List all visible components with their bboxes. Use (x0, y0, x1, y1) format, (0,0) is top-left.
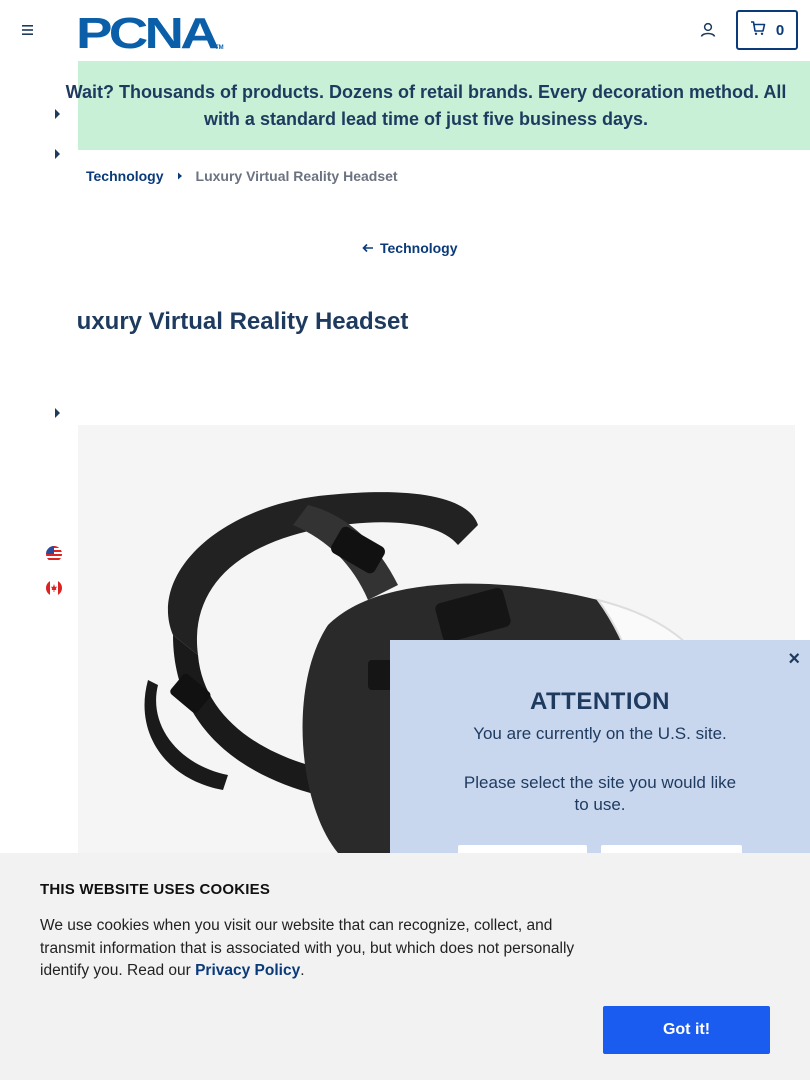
modal-current-site-text: You are currently on the U.S. site. (473, 724, 727, 743)
us-flag-icon[interactable] (46, 546, 62, 562)
modal-select-site-text: Please select the site you would like to… (463, 773, 737, 814)
breadcrumb: Technology Luxury Virtual Reality Headse… (86, 168, 398, 184)
cart-icon (750, 20, 766, 41)
product-title: Luxury Virtual Reality Headset (62, 308, 409, 335)
breadcrumb-link-technology[interactable]: Technology (86, 168, 164, 184)
modal-title: ATTENTION (529, 688, 671, 715)
arrow-left-icon (362, 240, 374, 256)
canada-flag-icon[interactable] (46, 580, 62, 596)
promo-banner: Wait? Thousands of products. Dozens of r… (66, 61, 810, 150)
cookie-accept-button[interactable]: Got it! (603, 1006, 770, 1054)
pcna-logo[interactable]: PCNA TM (76, 9, 226, 58)
site-option-button[interactable] (601, 845, 742, 853)
cookie-banner: THIS WEBSITE USES COOKIES We use cookies… (0, 853, 810, 1080)
caret-right-icon[interactable] (52, 147, 62, 159)
cookie-title: THIS WEBSITE USES COOKIES (40, 881, 271, 898)
cookie-body: We use cookies when you visit our websit… (40, 917, 575, 979)
breadcrumb-current: Luxury Virtual Reality Headset (195, 168, 398, 184)
promo-text: Wait? Thousands of products. Dozens of r… (65, 81, 787, 129)
close-icon[interactable]: × (788, 648, 800, 671)
back-link[interactable]: Technology (362, 240, 458, 256)
caret-right-icon (176, 168, 184, 184)
cart-count: 0 (775, 21, 785, 39)
privacy-policy-link[interactable]: Privacy Policy (195, 962, 300, 979)
cookie-text: We use cookies when you visit our websit… (40, 915, 600, 983)
back-link-label: Technology (380, 240, 458, 256)
caret-right-icon[interactable] (52, 406, 62, 418)
cookie-period: . (300, 962, 305, 979)
hamburger-menu-icon[interactable] (18, 20, 38, 40)
site-select-modal: × ATTENTION You are currently on the U.S… (390, 640, 810, 853)
logo-wordmark: PCNA (76, 10, 219, 52)
site-option-button[interactable] (458, 845, 587, 853)
site-header: PCNA TM 0 (0, 0, 810, 61)
logo-trademark: TM (215, 45, 224, 51)
cart-button[interactable]: 0 (736, 10, 798, 50)
account-icon[interactable] (698, 20, 718, 40)
left-side-rail (0, 61, 78, 853)
